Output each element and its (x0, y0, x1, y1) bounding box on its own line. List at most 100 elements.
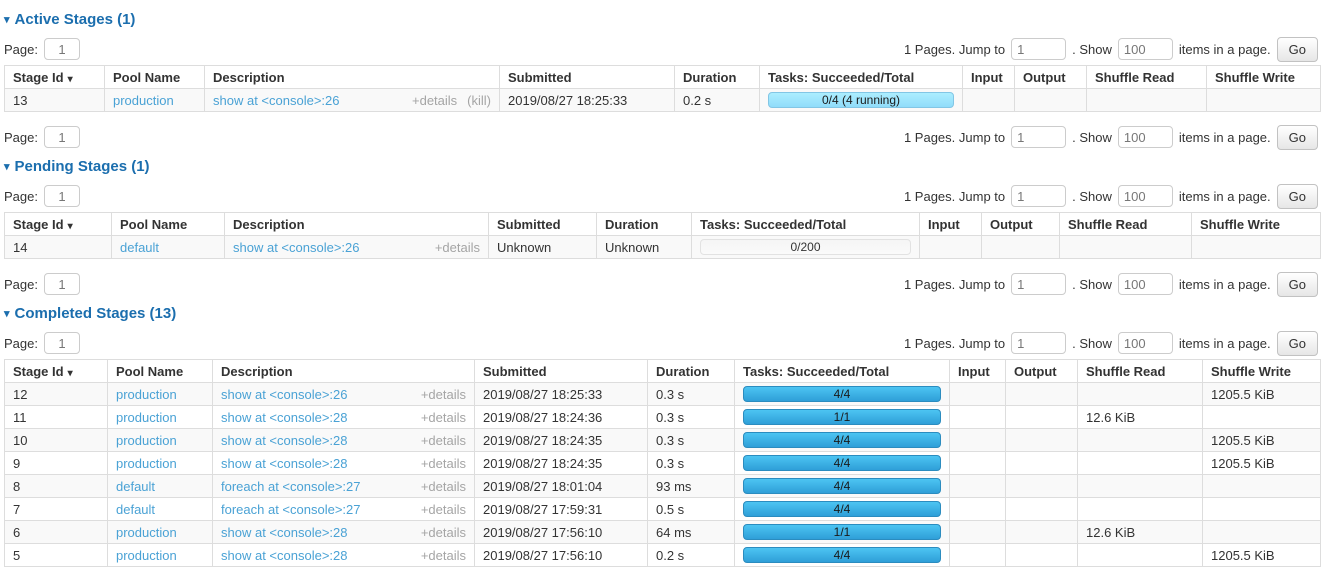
details-toggle[interactable]: +details (421, 387, 466, 402)
column-header-stage-id[interactable]: Stage Id▾ (5, 360, 108, 383)
active-stages-table: Stage Id▾Pool NameDescriptionSubmittedDu… (4, 65, 1321, 112)
description-link[interactable]: show at <console>:28 (221, 433, 347, 448)
shuffle-write-cell (1207, 89, 1321, 112)
column-header-description[interactable]: Description (213, 360, 475, 383)
details-toggle[interactable]: +details (421, 525, 466, 540)
column-header-shuffle-write[interactable]: Shuffle Write (1203, 360, 1321, 383)
column-header-submitted[interactable]: Submitted (489, 213, 597, 236)
page-input[interactable] (44, 332, 80, 354)
shuffle-read-cell: 12.6 KiB (1078, 521, 1203, 544)
description-link[interactable]: foreach at <console>:27 (221, 502, 361, 517)
column-header-input[interactable]: Input (963, 66, 1015, 89)
pool-name-link[interactable]: default (116, 502, 155, 517)
column-header-tasks-succeeded-total[interactable]: Tasks: Succeeded/Total (760, 66, 963, 89)
page-input[interactable] (44, 126, 80, 148)
column-header-pool-name[interactable]: Pool Name (108, 360, 213, 383)
items-per-page-input[interactable] (1118, 126, 1173, 148)
column-header-shuffle-write[interactable]: Shuffle Write (1207, 66, 1321, 89)
pool-name-link[interactable]: production (113, 93, 174, 108)
column-header-output[interactable]: Output (982, 213, 1060, 236)
page-input[interactable] (44, 273, 80, 295)
jump-to-page-input[interactable] (1011, 185, 1066, 207)
items-per-page-input[interactable] (1118, 332, 1173, 354)
items-per-page-input[interactable] (1118, 273, 1173, 295)
section-header-active[interactable]: ▾Active Stages (1) (4, 12, 1320, 29)
details-toggle[interactable]: +details (421, 433, 466, 448)
sort-descending-icon: ▾ (68, 74, 73, 85)
go-button[interactable]: Go (1277, 331, 1318, 356)
task-progress-bar: 4/4 (743, 478, 941, 494)
items-per-page-input[interactable] (1118, 185, 1173, 207)
description-link[interactable]: show at <console>:26 (221, 387, 347, 402)
section-header-completed[interactable]: ▾Completed Stages (13) (4, 306, 1320, 323)
page-input[interactable] (44, 185, 80, 207)
column-header-submitted[interactable]: Submitted (500, 66, 675, 89)
task-progress-bar: 0/4 (4 running) (768, 92, 954, 108)
task-progress-bar: 4/4 (743, 432, 941, 448)
stage-id-cell: 10 (5, 429, 108, 452)
column-header-tasks-succeeded-total[interactable]: Tasks: Succeeded/Total (735, 360, 950, 383)
pool-name-link[interactable]: default (120, 240, 159, 255)
description-link[interactable]: show at <console>:28 (221, 410, 347, 425)
description-link[interactable]: show at <console>:26 (213, 93, 339, 108)
submitted-cell: 2019/08/27 18:25:33 (500, 89, 675, 112)
column-header-duration[interactable]: Duration (597, 213, 692, 236)
column-header-shuffle-read[interactable]: Shuffle Read (1087, 66, 1207, 89)
stage-id-cell: 9 (5, 452, 108, 475)
pool-name-cell: production (108, 521, 213, 544)
details-toggle[interactable]: +details (421, 479, 466, 494)
description-cell: show at <console>:26 +details (kill) (205, 89, 500, 112)
description-link[interactable]: show at <console>:26 (233, 240, 359, 255)
stage-row: 13productionshow at <console>:26+details… (5, 89, 1321, 112)
column-header-duration[interactable]: Duration (648, 360, 735, 383)
description-link[interactable]: foreach at <console>:27 (221, 479, 361, 494)
go-button[interactable]: Go (1277, 272, 1318, 297)
description-link[interactable]: show at <console>:28 (221, 456, 347, 471)
details-toggle[interactable]: +details (421, 410, 466, 425)
items-per-page-input[interactable] (1118, 38, 1173, 60)
items-suffix-label: items in a page. (1179, 277, 1271, 292)
column-header-submitted[interactable]: Submitted (475, 360, 648, 383)
show-label: . Show (1072, 336, 1112, 351)
details-toggle[interactable]: +details (421, 456, 466, 471)
column-header-duration[interactable]: Duration (675, 66, 760, 89)
kill-link[interactable]: (kill) (467, 93, 491, 108)
column-header-stage-id[interactable]: Stage Id▾ (5, 66, 105, 89)
details-toggle[interactable]: +details (412, 93, 457, 108)
tasks-cell: 1/1 (735, 521, 950, 544)
jump-to-page-input[interactable] (1011, 273, 1066, 295)
column-header-pool-name[interactable]: Pool Name (105, 66, 205, 89)
column-header-output[interactable]: Output (1015, 66, 1087, 89)
column-header-shuffle-read[interactable]: Shuffle Read (1078, 360, 1203, 383)
column-header-stage-id[interactable]: Stage Id▾ (5, 213, 112, 236)
column-header-tasks-succeeded-total[interactable]: Tasks: Succeeded/Total (692, 213, 920, 236)
column-header-shuffle-read[interactable]: Shuffle Read (1060, 213, 1192, 236)
go-button[interactable]: Go (1277, 184, 1318, 209)
pool-name-link[interactable]: default (116, 479, 155, 494)
go-button[interactable]: Go (1277, 125, 1318, 150)
column-header-output[interactable]: Output (1006, 360, 1078, 383)
go-button[interactable]: Go (1277, 37, 1318, 62)
pool-name-link[interactable]: production (116, 456, 177, 471)
column-header-input[interactable]: Input (950, 360, 1006, 383)
section-title-text: Active Stages (1) (15, 11, 136, 28)
page-input[interactable] (44, 38, 80, 60)
column-header-shuffle-write[interactable]: Shuffle Write (1192, 213, 1321, 236)
details-toggle[interactable]: +details (435, 240, 480, 255)
jump-to-page-input[interactable] (1011, 126, 1066, 148)
column-header-pool-name[interactable]: Pool Name (112, 213, 225, 236)
tasks-cell: 4/4 (735, 429, 950, 452)
column-header-description[interactable]: Description (225, 213, 489, 236)
pool-name-link[interactable]: production (116, 433, 177, 448)
details-toggle[interactable]: +details (421, 502, 466, 517)
column-header-input[interactable]: Input (920, 213, 982, 236)
tasks-cell: 0/4 (4 running) (760, 89, 963, 112)
description-link[interactable]: show at <console>:28 (221, 525, 347, 540)
jump-to-page-input[interactable] (1011, 38, 1066, 60)
pool-name-link[interactable]: production (116, 525, 177, 540)
pool-name-link[interactable]: production (116, 410, 177, 425)
column-header-description[interactable]: Description (205, 66, 500, 89)
section-header-pending[interactable]: ▾Pending Stages (1) (4, 159, 1320, 176)
pool-name-link[interactable]: production (116, 387, 177, 402)
jump-to-page-input[interactable] (1011, 332, 1066, 354)
